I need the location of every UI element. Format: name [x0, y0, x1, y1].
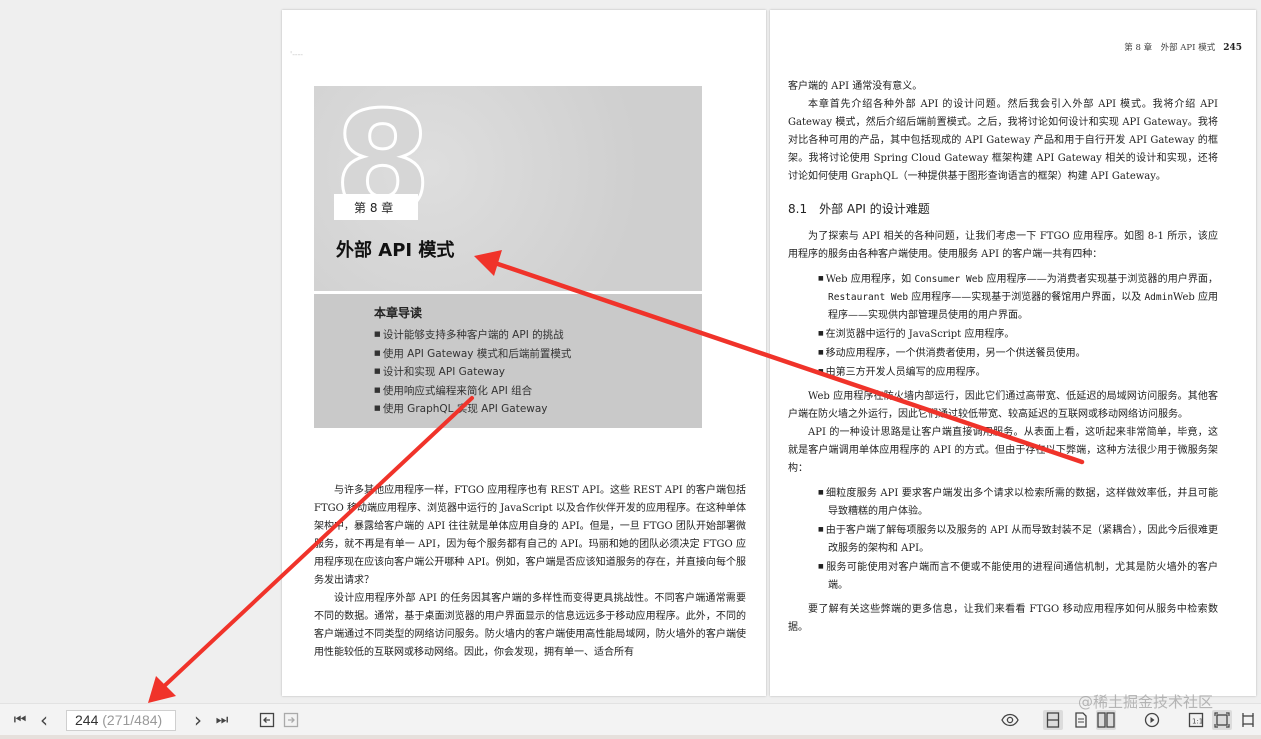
guide-item: 使用响应式编程来简化 API 组合 — [374, 382, 702, 401]
paragraph: 设计应用程序外部 API 的任务因其客户端的多样性而变得更具挑战性。不同客户端通… — [314, 593, 746, 658]
chapter-title: 外部 API 模式 — [336, 240, 455, 261]
list-item: 由于客户端了解每项服务以及服务的 API 从而导致封装不足（紧耦合），因此今后很… — [818, 521, 1218, 558]
chapter-guide: 本章导读 设计能够支持多种客户端的 API 的挑战 使用 API Gateway… — [314, 294, 702, 428]
list-item: 在浏览器中运行的 JavaScript 应用程序。 — [818, 325, 1218, 344]
client-list: Web 应用程序，如 Consumer Web 应用程序——为消费者实现基于浏览… — [788, 270, 1218, 382]
single-page-view-icon[interactable] — [1043, 710, 1063, 730]
paragraph: API 的一种设计思路是让客户端直接调用服务。从表面上看，这听起来非常简单，毕竟… — [788, 427, 1218, 474]
paragraph: Web 应用程序在防火墙内部运行，因此它们通过高带宽、低延迟的局域网访问服务。其… — [788, 391, 1218, 420]
list-item: 移动应用程序，一个供消费者使用，另一个供送餐员使用。 — [818, 344, 1218, 363]
guide-item: 使用 GraphQL 实现 API Gateway — [374, 400, 702, 419]
first-page-button[interactable]: ⏮ — [10, 710, 30, 730]
watermark: @稀土掘金技术社区 — [1078, 693, 1214, 711]
list-item: 细粒度服务 API 要求客户端发出多个请求以检索所需的数据，这样做效率低，并且可… — [818, 484, 1218, 521]
current-page: 244 — [75, 712, 99, 728]
page-number: 245 — [1223, 43, 1242, 53]
right-body-text: 客户端的 API 通常没有意义。 本章首先介绍各种外部 API 的设计问题。然后… — [788, 78, 1218, 637]
list-item: Web 应用程序，如 Consumer Web 应用程序——为消费者实现基于浏览… — [818, 270, 1218, 325]
section-title: 8.1 外部 API 的设计难题 — [788, 202, 930, 216]
running-head-title: 第 8 章 外部 API 模式 — [1124, 43, 1216, 53]
chapter-banner: 8 第 8 章 外部 API 模式 — [314, 86, 702, 291]
page-number-input[interactable]: 244 (271/484) — [66, 710, 176, 731]
fit-width-icon[interactable] — [1238, 710, 1258, 730]
paragraph: 与许多其他应用程序一样，FTGO 应用程序也有 REST API。这些 REST… — [314, 485, 746, 586]
bottom-strip — [0, 735, 1261, 739]
left-page: '---- 8 第 8 章 外部 API 模式 本章导读 设计能够支持多种客户端… — [282, 10, 766, 696]
document-viewer[interactable]: '---- 8 第 8 章 外部 API 模式 本章导读 设计能够支持多种客户端… — [0, 0, 1261, 703]
go-forward-icon[interactable] — [281, 710, 301, 730]
paragraph: 本章首先介绍各种外部 API 的设计问题。然后我会引入外部 API 模式。我将介… — [788, 99, 1218, 182]
running-head: 第 8 章 外部 API 模式 245 — [1124, 41, 1242, 53]
right-page: 第 8 章 外部 API 模式 245 客户端的 API 通常没有意义。 本章首先… — [770, 10, 1256, 696]
left-body-text: 与许多其他应用程序一样，FTGO 应用程序也有 REST API。这些 REST… — [314, 482, 746, 662]
chapter-label: 第 8 章 — [354, 201, 394, 215]
guide-item: 使用 API Gateway 模式和后端前置模式 — [374, 345, 702, 364]
actual-size-icon[interactable]: 1:1 — [1186, 710, 1206, 730]
eye-icon[interactable] — [1000, 710, 1020, 730]
ghost-mark: '---- — [290, 50, 304, 59]
last-page-button[interactable]: ⏭ — [212, 710, 232, 730]
continuous-view-icon[interactable] — [1071, 710, 1091, 730]
list-item: 服务可能使用对客户端而言不便或不能使用的进程间通信机制，尤其是防火墙外的客户端。 — [818, 558, 1218, 595]
fit-page-icon[interactable] — [1212, 710, 1232, 730]
drawback-list: 细粒度服务 API 要求客户端发出多个请求以检索所需的数据，这样做效率低，并且可… — [788, 484, 1218, 595]
paragraph: 要了解有关这些弊端的更多信息，让我们来看看 FTGO 移动应用程序如何从服务中检… — [788, 604, 1218, 633]
guide-title: 本章导读 — [374, 306, 423, 320]
paragraph: 为了探索与 API 相关的各种问题，让我们考虑一下 FTGO 应用程序。如图 8… — [788, 231, 1218, 260]
guide-item: 设计能够支持多种客户端的 API 的挑战 — [374, 326, 702, 345]
go-back-icon[interactable] — [257, 710, 277, 730]
guide-item: 设计和实现 API Gateway — [374, 363, 702, 382]
play-icon[interactable] — [1142, 710, 1162, 730]
prev-page-button[interactable]: ‹ — [34, 708, 54, 732]
viewer-toolbar: ⏮ ‹ 244 (271/484) › ⏭ 1:1 — [0, 703, 1261, 735]
svg-text:1:1: 1:1 — [1192, 718, 1203, 726]
two-page-view-icon[interactable] — [1096, 710, 1116, 730]
paragraph: 客户端的 API 通常没有意义。 — [788, 81, 923, 92]
next-page-button[interactable]: › — [188, 708, 208, 732]
list-item: 由第三方开发人员编写的应用程序。 — [818, 363, 1218, 382]
page-total: (271/484) — [98, 712, 163, 728]
